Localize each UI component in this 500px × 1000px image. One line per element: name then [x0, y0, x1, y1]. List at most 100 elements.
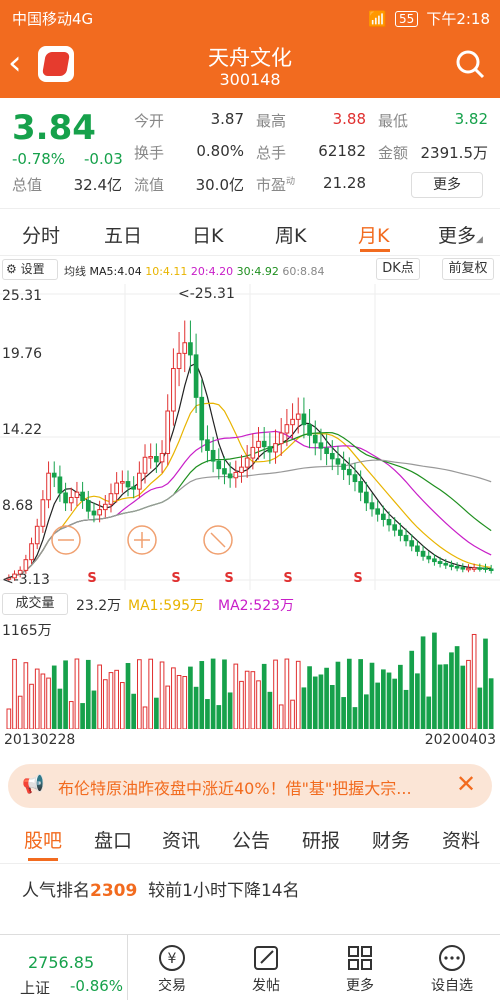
tab-announcements[interactable]: 公告 [232, 826, 270, 853]
volume-value: 62182 [318, 142, 366, 160]
more-button[interactable]: 更多 [411, 172, 483, 198]
open-value: 3.87 [210, 110, 244, 128]
volume-bar [284, 658, 290, 730]
volume-bar [12, 658, 17, 730]
tab-research[interactable]: 研报 [302, 826, 340, 853]
candle-body [199, 396, 205, 441]
zoom-out-button[interactable] [51, 525, 81, 555]
candle-body [142, 456, 148, 474]
volume-bar [51, 665, 57, 730]
candle-body [318, 442, 324, 449]
volume-bar [29, 683, 34, 730]
volume-bar [6, 708, 12, 730]
settings-button[interactable]: ⚙ 设置 [2, 259, 58, 280]
volume-indicator-button[interactable]: 成交量 [2, 593, 68, 615]
tab-finance[interactable]: 财务 [372, 826, 410, 853]
candle-body [29, 543, 34, 561]
close-icon[interactable]: ✕ [456, 770, 476, 798]
tab-week-k[interactable]: 周K [275, 221, 306, 248]
candle-body [363, 491, 369, 504]
tab-orderbook[interactable]: 盘口 [94, 826, 132, 853]
active-tab-indicator [28, 858, 58, 861]
ma60-value: 60:8.84 [282, 265, 325, 278]
dk-button[interactable]: DK点 [376, 258, 420, 280]
tab-five-day[interactable]: 五日 [104, 221, 142, 248]
candle-body [222, 468, 227, 475]
tab-profile[interactable]: 资料 [442, 826, 480, 853]
ma20-value: 20:4.20 [190, 265, 234, 278]
candle-body [91, 510, 97, 516]
volume-bar [460, 665, 466, 730]
low-label: 最低 [378, 112, 409, 130]
volume-bar: 成交量 23.2万 MA1:595万 MA2:523万 [0, 591, 500, 617]
volume-bar [154, 697, 159, 730]
volume-bar [466, 659, 471, 730]
post-button[interactable]: 发帖 [236, 943, 296, 995]
turnover-label: 换手 [134, 144, 165, 162]
volume-bar [375, 682, 381, 730]
sell-mark: S [283, 571, 292, 586]
wifi-icon: 📶 [368, 9, 388, 28]
change-percent: -0.78% [12, 150, 66, 168]
volume-bar [216, 705, 222, 730]
zoom-controls [51, 525, 233, 555]
volume-bar [369, 662, 375, 730]
volume-bar [454, 646, 460, 730]
volume-bar [363, 694, 369, 730]
y-tick-label: 25.31 [2, 288, 42, 304]
volume-bar [165, 685, 171, 730]
kline-svg[interactable]: S S S S S 25.31 19.76 14.22 8.68 <-25.31 <-3… [0, 284, 500, 590]
add-favorite-button[interactable]: 设自选 [422, 943, 482, 995]
battery-icon: 55 [395, 10, 419, 27]
tab-day-k[interactable]: 日K [192, 221, 223, 248]
sell-marks: SSSSS [87, 571, 362, 586]
candle-body [488, 568, 494, 572]
bottom-toolbar: 2756.85 上证 -0.86% ¥ 交易 发帖 更多 设自选 [0, 934, 500, 1000]
tab-news[interactable]: 资讯 [162, 826, 200, 853]
trade-button[interactable]: ¥ 交易 [142, 943, 202, 995]
volume-bar [403, 689, 409, 730]
expand-button[interactable] [203, 525, 233, 555]
grid-icon [348, 946, 372, 970]
index-ticker[interactable]: 2756.85 上证 -0.86% [0, 935, 128, 1000]
volume-bar [290, 699, 295, 730]
volume-bar [420, 636, 426, 730]
more-menu-button[interactable]: 更多 [330, 943, 390, 995]
candle-body [233, 471, 239, 479]
popularity-rank: 人气排名2309 较前1小时下降14名 [22, 881, 300, 901]
candle-body [171, 368, 176, 412]
volume-bar [137, 659, 142, 730]
ma5-value: MA5:4.04 [89, 265, 142, 278]
candle-body [420, 550, 426, 557]
news-banner[interactable]: 📢 布伦特原油昨夜盘中涨近40%！借"基"把握大宗... ✕ [8, 764, 492, 808]
tab-intraday[interactable]: 分时 [22, 221, 60, 248]
volume-bar [488, 678, 494, 730]
search-icon[interactable] [454, 48, 486, 80]
market-cap-label: 总值 [12, 176, 43, 194]
tab-forum[interactable]: 股吧 [24, 826, 62, 853]
content-tabs: 股吧 盘口 资讯 公告 研报 财务 资料 [0, 818, 500, 864]
active-tab-indicator [360, 249, 390, 252]
volume-bar [426, 696, 432, 730]
volume-bar [148, 658, 154, 730]
kline-chart[interactable]: S S S S S 25.31 19.76 14.22 8.68 <-25.31 <-3… [0, 284, 500, 590]
candle-body [74, 491, 80, 498]
volume-chart[interactable]: 1165万 [0, 617, 500, 730]
candle-body [261, 440, 267, 448]
zoom-in-button[interactable] [127, 525, 157, 555]
candle-body [108, 493, 114, 505]
candle-body [63, 492, 68, 504]
candle-body [250, 446, 256, 459]
tab-more[interactable]: 更多◢ [438, 221, 483, 248]
amount-label: 金额 [378, 144, 409, 162]
candle-body [131, 486, 137, 490]
stock-code: 300148 [219, 70, 281, 89]
candle-body [335, 458, 341, 465]
tab-month-k[interactable]: 月K [358, 221, 389, 248]
gear-icon: ⚙ [6, 262, 17, 276]
volume-bar [250, 671, 256, 730]
adjust-button[interactable]: 前复权 [442, 258, 494, 280]
candle-body [346, 468, 352, 476]
volume-bar [318, 674, 324, 730]
volume-bar [381, 669, 386, 730]
